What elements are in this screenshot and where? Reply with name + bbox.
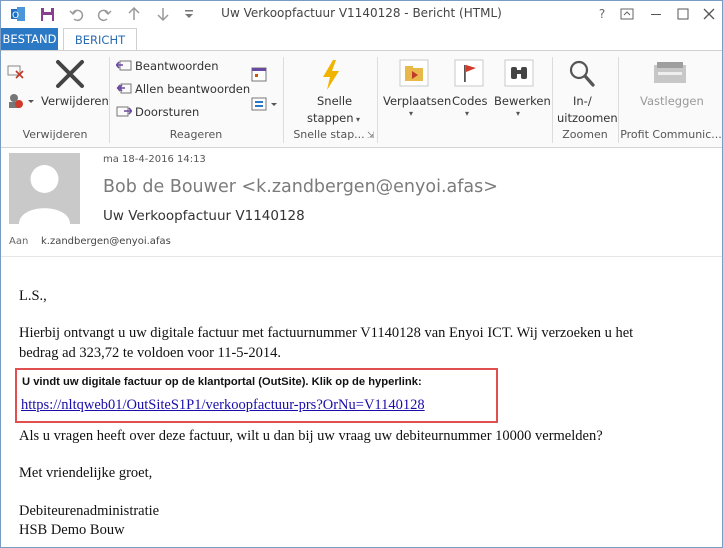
greeting: L.S.,: [19, 288, 47, 304]
forward-icon: [116, 105, 132, 119]
reply-button[interactable]: Beantwoorden: [116, 59, 218, 73]
portal-instruction: U vindt uw digitale factuur op de klantp…: [22, 376, 422, 388]
delete-button[interactable]: Verwijderen: [41, 94, 109, 108]
meeting-icon[interactable]: [251, 66, 267, 86]
ignore-icon[interactable]: [7, 63, 25, 83]
group-label-zoom: Zoomen: [562, 128, 608, 141]
quick-steps-button-line1[interactable]: Snelle: [317, 94, 352, 108]
invoice-hyperlink[interactable]: https://nltqweb01/OutSiteS1P1/verkoopfac…: [21, 397, 425, 414]
header-divider: [1, 256, 722, 257]
group-label-delete: Verwijderen: [22, 128, 88, 141]
outlook-message-window: O Uw Verkoopfactuur V1140128 - Bericht (…: [0, 0, 723, 548]
binoculars-icon[interactable]: [504, 59, 534, 91]
record-button[interactable]: Vastleggen: [640, 94, 704, 108]
group-label-quick-steps: Snelle stap...: [293, 128, 365, 141]
signature-line: HSB Demo Bouw: [19, 522, 125, 538]
to-recipient[interactable]: k.zandbergen@enyoi.afas: [41, 236, 171, 247]
group-label-profit: Profit Communic...: [620, 128, 722, 141]
tab-bericht[interactable]: BERICHT: [63, 28, 137, 51]
reply-all-button[interactable]: Allen beantwoorden: [116, 82, 250, 96]
minimize-icon[interactable]: [644, 5, 668, 23]
move-button[interactable]: Verplaatsen: [383, 94, 451, 108]
ribbon: Verwijderen Verwijderen Beantwoorden All…: [1, 50, 722, 148]
message-date: ma 18-4-2016 14:13: [103, 154, 206, 165]
reply-icon: [116, 59, 132, 73]
edit-dropdown-icon[interactable]: ▾: [516, 109, 520, 118]
help-icon[interactable]: ?: [590, 5, 614, 23]
tab-bestand[interactable]: BESTAND: [1, 28, 58, 50]
maximize-icon[interactable]: [671, 5, 695, 23]
record-icon[interactable]: [653, 61, 687, 91]
forward-button[interactable]: Doorsturen: [116, 105, 199, 119]
dialog-launcher-icon[interactable]: ⇲: [367, 131, 375, 141]
title-bar: O Uw Verkoopfactuur V1140128 - Bericht (…: [1, 1, 722, 28]
group-label-respond: Reageren: [169, 128, 223, 141]
signature-line: Debiteurenadministratie: [19, 503, 160, 519]
message-sender[interactable]: Bob de Bouwer <k.zandbergen@enyoi.afas>: [103, 177, 498, 197]
junk-icon[interactable]: [7, 93, 35, 113]
paragraph-line: Hierbij ontvangt u uw digitale factuur m…: [19, 325, 634, 341]
edit-button[interactable]: Bewerken: [494, 94, 551, 108]
move-dropdown-icon[interactable]: ▾: [409, 109, 413, 118]
close-icon[interactable]: [697, 5, 721, 23]
message-subject: Uw Verkoopfactuur V1140128: [103, 208, 305, 224]
reply-all-icon: [116, 82, 132, 96]
zoom-icon[interactable]: [568, 59, 596, 93]
question-text: Als u vragen heeft over deze factuur, wi…: [19, 428, 603, 444]
quick-steps-button-line2[interactable]: stappen ▾: [307, 111, 360, 125]
quick-steps-icon[interactable]: [319, 59, 343, 95]
codes-button[interactable]: Codes: [452, 94, 487, 108]
avatar: [9, 153, 80, 224]
move-folder-icon[interactable]: [399, 59, 429, 91]
group-separator: [377, 57, 378, 143]
more-respond-icon[interactable]: [251, 96, 279, 116]
delete-icon[interactable]: [54, 59, 86, 93]
group-separator: [618, 57, 619, 143]
closing-text: Met vriendelijke groet,: [19, 465, 153, 481]
codes-dropdown-icon[interactable]: ▾: [465, 109, 469, 118]
zoom-button-line2[interactable]: uitzoomen: [557, 111, 618, 125]
to-label: Aan: [9, 236, 29, 247]
flag-icon[interactable]: [454, 59, 484, 91]
ribbon-display-options-icon[interactable]: [615, 5, 639, 23]
paragraph-line: bedrag ad 323,72 te voldoen voor 11-5-20…: [19, 345, 282, 361]
zoom-button-line1[interactable]: In-/: [573, 94, 592, 108]
